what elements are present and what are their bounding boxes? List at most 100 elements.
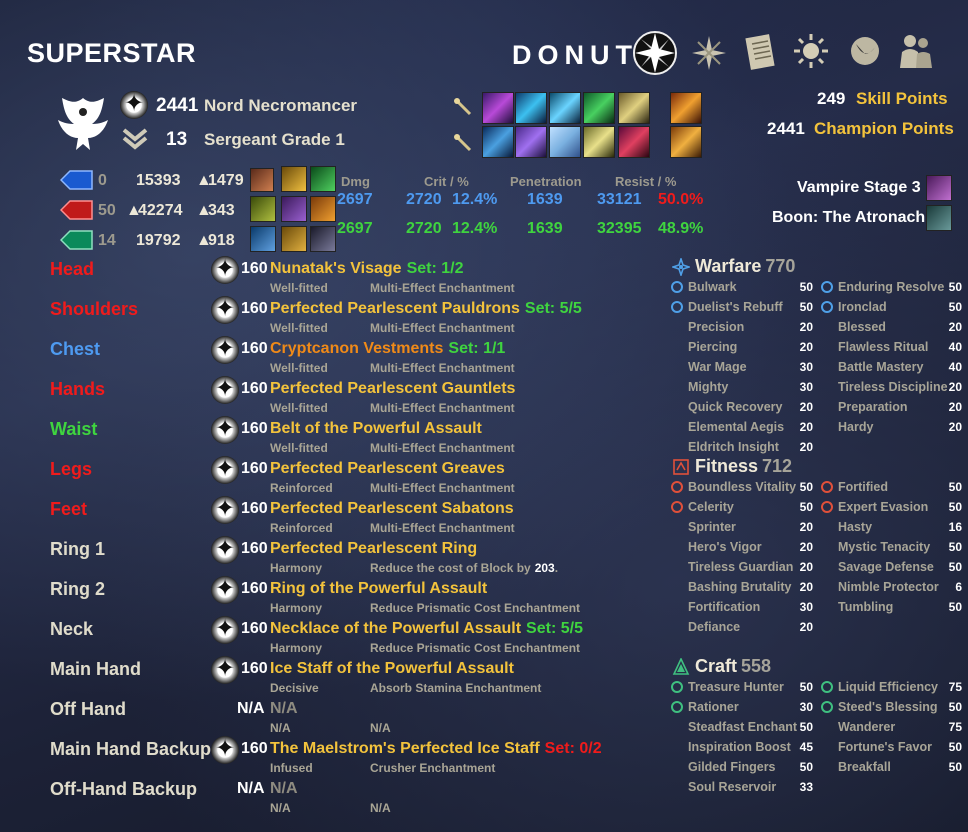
cp-star-name[interactable]: War Mage [688, 360, 747, 374]
buff-icon[interactable] [250, 226, 276, 252]
cp-star-name[interactable]: Hardy [838, 420, 873, 434]
gear-item[interactable]: Perfected Pearlescent Ring [270, 540, 477, 558]
cp-star-name[interactable]: Celerity [688, 500, 734, 514]
buff-icon[interactable] [281, 196, 307, 222]
cp-star-name[interactable]: Liquid Efficiency [838, 680, 938, 694]
cp-star-name[interactable]: Precision [688, 320, 744, 334]
gear-level: 160 [241, 620, 268, 637]
gear-level: 160 [241, 740, 268, 757]
cp-star-name[interactable]: Battle Mastery [838, 360, 923, 374]
group-icon[interactable] [896, 32, 936, 75]
cp-star-name[interactable]: Hero's Vigor [688, 540, 762, 554]
cp-star-name[interactable]: Bashing Brutality [688, 580, 792, 594]
champion-points-label: Champion Points [814, 119, 954, 138]
skill-slot-icon[interactable] [515, 92, 547, 124]
ultimate-slot-icon[interactable] [670, 92, 702, 124]
vampire-icon[interactable] [926, 175, 952, 201]
buff-icon[interactable] [310, 166, 336, 192]
weapon-penetration: 1639 [527, 220, 563, 237]
mundus-icon[interactable] [926, 205, 952, 231]
cp-star-name[interactable]: Piercing [688, 340, 737, 354]
scroll-icon[interactable] [742, 32, 778, 77]
gear-item[interactable]: Perfected Pearlescent Gauntlets [270, 380, 515, 398]
skill-slot-icon[interactable] [482, 126, 514, 158]
cp-star-name[interactable]: Tireless Guardian [688, 560, 793, 574]
cp-star-name[interactable]: Elemental Aegis [688, 420, 784, 434]
gear-slot-label: Main Hand [50, 659, 142, 679]
gear-item[interactable]: Ring of the Powerful Assault [270, 580, 487, 598]
cp-star-name[interactable]: Nimble Protector [838, 580, 939, 594]
skill-slot-icon[interactable] [618, 126, 650, 158]
cp-star-name[interactable]: Fortune's Favor [838, 740, 932, 754]
cp-star-name[interactable]: Steadfast Enchant [688, 720, 797, 734]
skill-slot-icon[interactable] [583, 92, 615, 124]
buff-icon[interactable] [281, 226, 307, 252]
cp-star-name[interactable]: Bulwark [688, 280, 737, 294]
cp-star-name[interactable]: Enduring Resolve [838, 280, 944, 294]
cp-star-name[interactable]: Breakfall [838, 760, 891, 774]
rank-number: 13 [166, 129, 188, 150]
skill-slot-icon[interactable] [482, 92, 514, 124]
cp-star-name[interactable]: Eldritch Insight [688, 440, 779, 454]
gear-item[interactable]: N/A [270, 780, 298, 798]
cp-star-value: 20 [799, 400, 813, 414]
cp-star-name[interactable]: Rationer [688, 700, 739, 714]
gear-item[interactable]: Necklace of the Powerful Assault Set: 5/5 [270, 620, 583, 638]
cp-star-name[interactable]: Tireless Discipline [838, 380, 948, 394]
cp-star-name[interactable]: Steed's Blessing [838, 700, 938, 714]
skill-slot-icon[interactable] [515, 126, 547, 158]
cp-star-name[interactable]: Mystic Tenacity [838, 540, 930, 554]
cp-star-name[interactable]: Fortified [838, 480, 888, 494]
cp-star-name[interactable]: Soul Reservoir [688, 780, 776, 794]
cp-star-name[interactable]: Sprinter [688, 520, 736, 534]
cp-star-name[interactable]: Fortification [688, 600, 760, 614]
gear-item[interactable]: The Maelstrom's Perfected Ice Staff Set: … [270, 740, 602, 758]
gear-item[interactable]: Perfected Pearlescent Greaves [270, 460, 505, 478]
slotted-star-icon [671, 281, 683, 293]
gear-item[interactable]: N/A [270, 700, 298, 718]
cp-star-name[interactable]: Boundless Vitality [688, 480, 796, 494]
cp-star-name[interactable]: Blessed [838, 320, 886, 334]
cp-star-name[interactable]: Treasure Hunter [688, 680, 784, 694]
gear-set-count: Set: 1/1 [448, 340, 506, 357]
cp-star-name[interactable]: Savage Defense [838, 560, 934, 574]
cp-star-value: 6 [955, 580, 962, 594]
gear-slot-label: Ring 1 [50, 539, 106, 559]
skill-slot-icon[interactable] [583, 126, 615, 158]
gear-item[interactable]: Perfected Pearlescent Sabatons [270, 500, 514, 518]
buff-icon[interactable] [250, 168, 274, 192]
cp-star-name[interactable]: Mighty [688, 380, 728, 394]
stamina-max: 19792 [136, 232, 181, 249]
cp-star-value: 30 [799, 700, 813, 714]
skill-slot-icon[interactable] [618, 92, 650, 124]
skill-slot-icon[interactable] [549, 126, 581, 158]
cp-star-name[interactable]: Tumbling [838, 600, 893, 614]
cp-star-name[interactable]: Quick Recovery [688, 400, 783, 414]
cp-star-name[interactable]: Flawless Ritual [838, 340, 928, 354]
magicka-tag-icon [60, 170, 93, 190]
sun-icon[interactable] [792, 32, 830, 75]
cp-star-name[interactable]: Wanderer [838, 720, 895, 734]
gear-item[interactable]: Ice Staff of the Powerful Assault [270, 660, 514, 678]
cp-star-name[interactable]: Inspiration Boost [688, 740, 791, 754]
cp-star-name[interactable]: Duelist's Rebuff [688, 300, 783, 314]
hourglass-icon[interactable] [846, 32, 884, 75]
cp-star-name[interactable]: Hasty [838, 520, 872, 534]
gear-item[interactable]: Perfected Pearlescent Pauldrons Set: 5/5 [270, 300, 582, 318]
gear-item[interactable]: Nunatak's Visage Set: 1/2 [270, 260, 464, 278]
cp-star-name[interactable]: Expert Evasion [838, 500, 928, 514]
buff-icon[interactable] [310, 196, 336, 222]
ultimate-slot-icon[interactable] [670, 126, 702, 158]
cp-star-name[interactable]: Defiance [688, 620, 740, 634]
buff-icon[interactable] [310, 226, 336, 252]
champion-star-icon[interactable] [632, 30, 678, 81]
cp-star-name[interactable]: Preparation [838, 400, 907, 414]
cp-star-name[interactable]: Ironclad [838, 300, 887, 314]
gear-item[interactable]: Belt of the Powerful Assault [270, 420, 482, 438]
cp-star-name[interactable]: Gilded Fingers [688, 760, 776, 774]
skills-icon[interactable] [690, 34, 728, 77]
buff-icon[interactable] [250, 196, 276, 222]
buff-icon[interactable] [281, 166, 307, 192]
gear-item[interactable]: Cryptcanon Vestments Set: 1/1 [270, 340, 505, 358]
skill-slot-icon[interactable] [549, 92, 581, 124]
